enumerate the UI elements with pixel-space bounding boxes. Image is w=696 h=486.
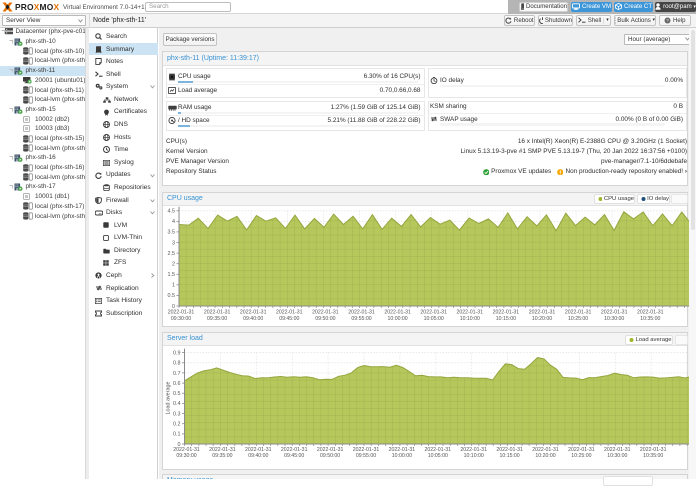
svg-text:2022-01-31: 2022-01-31: [425, 447, 452, 453]
svg-text:0.5: 0.5: [173, 391, 181, 397]
svg-text:10:20:00: 10:20:00: [535, 453, 555, 459]
svg-text:0.4: 0.4: [173, 401, 181, 407]
svg-text:10:00:00: 10:00:00: [392, 453, 412, 459]
svg-text:10:10:00: 10:10:00: [464, 453, 484, 459]
svg-text:09:35:00: 09:35:00: [212, 453, 232, 459]
svg-text:0.1: 0.1: [173, 432, 181, 438]
svg-text:09:45:00: 09:45:00: [284, 453, 304, 459]
svg-text:2022-01-31: 2022-01-31: [173, 447, 200, 453]
svg-text:2022-01-31: 2022-01-31: [245, 447, 272, 453]
svg-text:2022-01-31: 2022-01-31: [640, 447, 667, 453]
svg-text:10:05:00: 10:05:00: [428, 453, 448, 459]
svg-text:10:25:00: 10:25:00: [571, 453, 591, 459]
svg-text:10:30:00: 10:30:00: [607, 453, 627, 459]
svg-text:Load average: Load average: [166, 382, 172, 415]
svg-text:0.9: 0.9: [173, 350, 181, 356]
svg-text:09:40:00: 09:40:00: [248, 453, 268, 459]
svg-text:0.8: 0.8: [173, 361, 181, 367]
svg-text:2022-01-31: 2022-01-31: [389, 447, 416, 453]
svg-text:09:30:00: 09:30:00: [176, 453, 196, 459]
svg-text:2022-01-31: 2022-01-31: [317, 447, 344, 453]
svg-text:2022-01-31: 2022-01-31: [353, 447, 380, 453]
svg-text:0.3: 0.3: [173, 411, 181, 417]
svg-text:09:55:00: 09:55:00: [356, 453, 376, 459]
svg-text:2022-01-31: 2022-01-31: [496, 447, 523, 453]
svg-text:0.7: 0.7: [173, 371, 181, 377]
svg-text:09:50:00: 09:50:00: [320, 453, 340, 459]
svg-text:2022-01-31: 2022-01-31: [209, 447, 236, 453]
svg-text:10:15:00: 10:15:00: [499, 453, 519, 459]
svg-text:2022-01-31: 2022-01-31: [568, 447, 595, 453]
svg-text:2022-01-31: 2022-01-31: [281, 447, 308, 453]
svg-text:2022-01-31: 2022-01-31: [460, 447, 487, 453]
svg-text:0.2: 0.2: [173, 422, 181, 428]
svg-text:10:35:00: 10:35:00: [643, 453, 663, 459]
svg-text:2022-01-31: 2022-01-31: [604, 447, 631, 453]
svg-text:0.6: 0.6: [173, 381, 181, 387]
svg-text:2022-01-31: 2022-01-31: [532, 447, 559, 453]
